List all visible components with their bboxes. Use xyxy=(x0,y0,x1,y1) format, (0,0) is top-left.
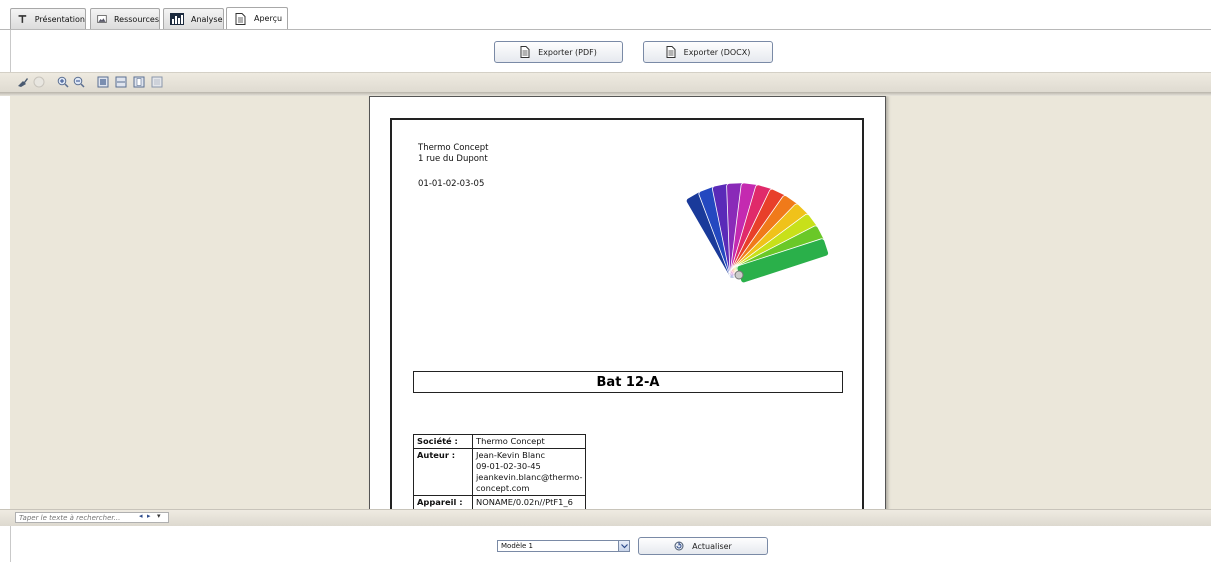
zoom-out-icon[interactable] xyxy=(73,76,85,88)
fit-width-icon[interactable] xyxy=(115,76,127,88)
tab-presentation[interactable]: Présentation xyxy=(10,8,86,29)
next-result-icon[interactable]: ▸ xyxy=(147,512,151,520)
document-icon xyxy=(520,46,530,58)
print-icon[interactable] xyxy=(33,76,45,88)
fit-page-icon[interactable] xyxy=(97,76,109,88)
search-input[interactable] xyxy=(19,513,131,522)
text-icon xyxy=(18,15,27,23)
color-palette-image xyxy=(685,182,829,284)
table-row: Société : Thermo Concept xyxy=(413,434,587,449)
row-key: Auteur : xyxy=(413,448,473,496)
document-page: Thermo Concept 1 rue du Dupont 01-01-02-… xyxy=(369,96,886,509)
tab-ressources[interactable]: Ressources xyxy=(90,8,160,29)
chevron-down-icon[interactable] xyxy=(618,541,629,551)
company-name: Thermo Concept xyxy=(418,143,489,153)
table-row: Auteur : Jean-Kevin Blanc 09-01-02-30-45… xyxy=(413,448,587,496)
info-table: Société : Thermo Concept Auteur : Jean-K… xyxy=(413,434,587,509)
image-icon xyxy=(97,15,107,23)
export-pdf-label: Exporter (PDF) xyxy=(538,47,597,57)
export-pdf-button[interactable]: Exporter (PDF) xyxy=(494,41,623,63)
row-value: NONAME/0.02n//PtF1_6 xyxy=(471,495,587,509)
model-select[interactable]: Modèle 1 xyxy=(497,540,630,552)
document-title: Bat 12-A xyxy=(413,371,843,393)
search-bar xyxy=(0,509,1211,526)
tab-bar: Présentation Ressources Analyse Aperçu xyxy=(0,0,1211,30)
document-preview-area[interactable]: Thermo Concept 1 rue du Dupont 01-01-02-… xyxy=(10,96,1211,509)
row-key: Société : xyxy=(413,434,473,449)
tab-label: Ressources xyxy=(113,14,159,24)
search-field[interactable] xyxy=(15,512,169,523)
row-value: Thermo Concept xyxy=(471,434,587,449)
previous-result-icon[interactable]: ◂ xyxy=(139,512,143,520)
tab-analyse[interactable]: Analyse xyxy=(163,8,224,29)
company-phone: 01-01-02-03-05 xyxy=(418,179,485,189)
company-address: 1 rue du Dupont xyxy=(418,154,488,164)
viewer-toolbar xyxy=(0,72,1211,93)
refresh-icon xyxy=(674,541,684,551)
multi-page-icon[interactable] xyxy=(151,76,163,88)
tab-label: Analyse xyxy=(191,14,223,24)
page-frame: Thermo Concept 1 rue du Dupont 01-01-02-… xyxy=(390,118,864,509)
tab-apercu[interactable]: Aperçu xyxy=(226,7,288,29)
export-icon[interactable] xyxy=(17,76,29,88)
zoom-in-icon[interactable] xyxy=(57,76,69,88)
search-options-icon[interactable]: ▾ xyxy=(157,512,161,520)
row-key: Appareil : xyxy=(413,495,473,509)
table-row: Appareil : NONAME/0.02n//PtF1_6 xyxy=(413,495,587,509)
document-icon xyxy=(666,46,676,58)
tab-label: Aperçu xyxy=(254,14,283,23)
export-docx-label: Exporter (DOCX) xyxy=(683,47,751,57)
model-select-value: Modèle 1 xyxy=(501,542,534,550)
refresh-label: Actualiser xyxy=(692,541,732,551)
refresh-button[interactable]: Actualiser xyxy=(638,537,768,555)
row-value: Jean-Kevin Blanc 09-01-02-30-45 jeankevi… xyxy=(471,448,587,496)
chart-icon xyxy=(170,13,184,25)
tab-label: Présentation xyxy=(34,14,85,24)
single-page-icon[interactable] xyxy=(133,76,145,88)
document-icon xyxy=(235,12,246,25)
export-docx-button[interactable]: Exporter (DOCX) xyxy=(643,41,773,63)
